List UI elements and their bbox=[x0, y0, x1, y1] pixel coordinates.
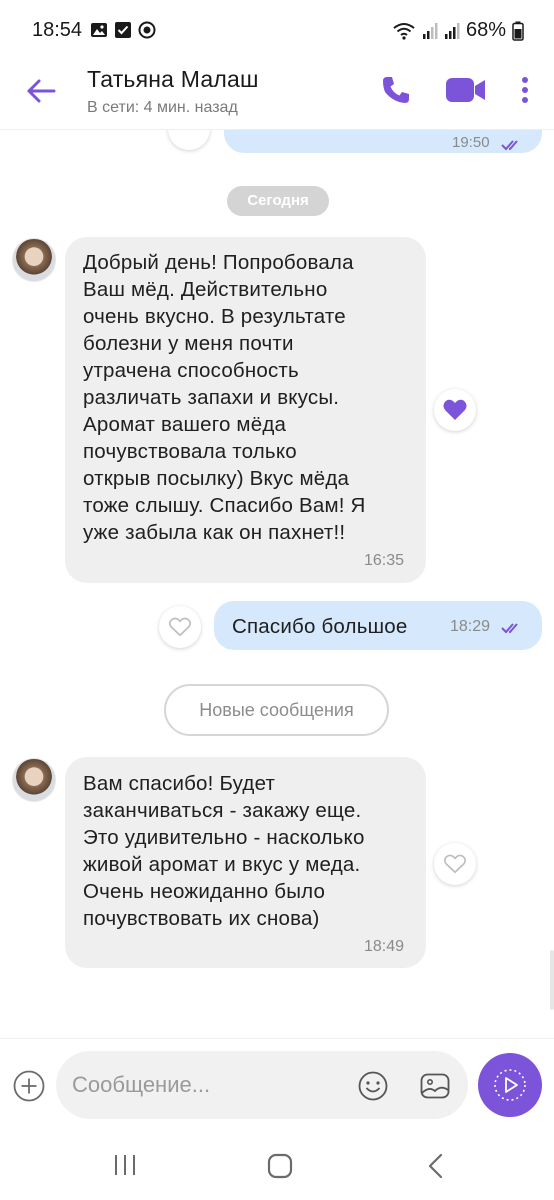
message-text: Спасибо большое bbox=[232, 615, 408, 638]
chat-header: Татьяна Малаш В сети: 4 мин. назад bbox=[0, 60, 554, 130]
send-icon bbox=[494, 1069, 526, 1101]
message-time: 19:50 bbox=[452, 134, 490, 151]
checkbox-icon bbox=[115, 22, 131, 38]
heart-filled-icon bbox=[443, 399, 467, 420]
like-button[interactable] bbox=[434, 389, 476, 431]
plus-icon[interactable] bbox=[12, 1069, 46, 1103]
video-camera-icon[interactable] bbox=[444, 74, 488, 106]
signal-icon bbox=[444, 22, 460, 39]
avatar[interactable] bbox=[12, 758, 56, 802]
like-button[interactable] bbox=[159, 606, 201, 648]
contact-status: В сети: 4 мин. назад bbox=[87, 99, 238, 116]
message-text: Добрый день! Попробовала Ваш мёд. Действ… bbox=[83, 251, 366, 544]
like-button[interactable] bbox=[168, 130, 210, 150]
scrollbar[interactable] bbox=[550, 950, 554, 1010]
status-time: 18:54 bbox=[32, 19, 83, 41]
message-input-container[interactable] bbox=[56, 1051, 468, 1119]
message-time: 16:35 bbox=[364, 552, 405, 569]
message-composer bbox=[0, 1038, 554, 1130]
message-bubble-incoming[interactable]: Добрый день! Попробовала Ваш мёд. Действ… bbox=[65, 237, 426, 583]
recent-apps-icon[interactable] bbox=[112, 1152, 138, 1178]
more-vertical-icon[interactable] bbox=[516, 74, 534, 106]
heart-outline-icon bbox=[443, 854, 467, 874]
back-arrow-icon[interactable] bbox=[24, 74, 58, 108]
message-time: 18:49 bbox=[364, 938, 405, 955]
message-text: Вам спасибо! Будет заканчиваться - закаж… bbox=[83, 772, 365, 930]
phone-icon[interactable] bbox=[380, 74, 412, 106]
new-messages-divider: Новые сообщения bbox=[164, 684, 389, 736]
avatar[interactable] bbox=[12, 238, 56, 282]
message-time: 18:29 bbox=[450, 618, 491, 635]
system-nav-bar bbox=[0, 1130, 554, 1200]
system-icons: 68% bbox=[392, 19, 524, 42]
like-button[interactable] bbox=[434, 843, 476, 885]
wifi-icon bbox=[393, 22, 415, 40]
double-check-icon bbox=[501, 623, 518, 634]
date-separator: Сегодня bbox=[227, 186, 329, 216]
home-icon[interactable] bbox=[266, 1152, 294, 1180]
battery-percent: 68% bbox=[465, 19, 506, 41]
gallery-icon[interactable] bbox=[418, 1069, 452, 1103]
double-check-icon bbox=[501, 140, 518, 151]
message-input[interactable] bbox=[72, 1065, 332, 1105]
contact-name[interactable]: Татьяна Малаш bbox=[87, 66, 259, 93]
back-icon[interactable] bbox=[424, 1152, 448, 1180]
send-button[interactable] bbox=[478, 1053, 542, 1117]
sticker-icon[interactable] bbox=[356, 1069, 390, 1103]
heart-outline-icon bbox=[168, 617, 192, 637]
message-bubble-incoming[interactable]: Вам спасибо! Будет заканчиваться - закаж… bbox=[65, 757, 426, 968]
status-bar: 18:54 68% bbox=[0, 0, 554, 60]
message-bubble-outgoing[interactable]: Спасибо большое 18:29 bbox=[214, 601, 542, 650]
battery-icon bbox=[512, 21, 524, 41]
notification-icons bbox=[90, 21, 156, 39]
message-bubble-outgoing[interactable]: 19:50 bbox=[224, 130, 542, 153]
image-icon bbox=[91, 23, 107, 37]
message-list[interactable]: 19:50 Сегодня Добрый день! Попробовала В… bbox=[0, 130, 554, 1038]
app-icon bbox=[138, 21, 156, 39]
signal-icon bbox=[422, 22, 438, 39]
